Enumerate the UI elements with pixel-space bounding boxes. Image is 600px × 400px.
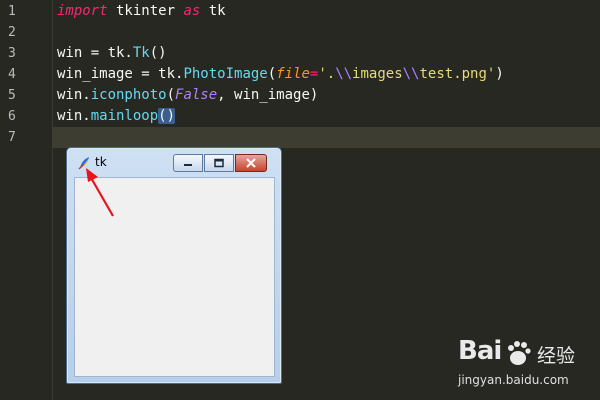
line-number: 5 (8, 88, 16, 103)
code-text: win_image = tk. (57, 66, 184, 82)
baidu-logo-text: Bai (458, 336, 502, 366)
code-line-4[interactable]: win_image = tk.PhotoImage(file='.\\image… (52, 64, 600, 85)
code-line-3[interactable]: win = tk.Tk() (52, 43, 600, 64)
string-literal: test.png' (419, 66, 496, 82)
line-number: 1 (8, 4, 16, 19)
string-escape: \\ (335, 66, 353, 82)
code-text: , win_image) (217, 87, 319, 103)
close-icon (246, 158, 256, 168)
code-line-7[interactable] (52, 127, 600, 148)
selected-parens: () (158, 108, 176, 124)
code-text: ( (166, 87, 176, 103)
code-line-5[interactable]: win.iconphoto(False, win_image) (52, 85, 600, 106)
class-name: PhotoImage (183, 66, 268, 82)
code-text: ) (495, 66, 504, 82)
code-text: win = tk. (57, 45, 133, 61)
window-controls (173, 154, 268, 172)
param-name: file (276, 66, 310, 82)
line-number: 2 (8, 25, 16, 40)
code-text: () (149, 45, 167, 61)
string-literal: images (352, 66, 403, 82)
watermark-url: jingyan.baidu.com (458, 373, 569, 387)
jingyan-text: 经验 (537, 345, 576, 367)
line-number: 4 (8, 67, 16, 82)
code-line-2[interactable] (52, 22, 600, 43)
baidu-watermark: Bai 经验 jingyan.baidu.com (455, 336, 595, 396)
close-button[interactable] (235, 154, 267, 172)
keyword-import: import (57, 3, 108, 19)
line-number: 6 (8, 109, 16, 124)
maximize-button[interactable] (204, 154, 234, 172)
code-line-6[interactable]: win.mainloop() (52, 106, 600, 127)
line-number: 7 (8, 130, 16, 145)
code-text: tk (200, 3, 226, 19)
maximize-icon (214, 158, 224, 168)
red-arrow-icon (86, 168, 114, 217)
string-literal: '. (318, 66, 336, 82)
method-name: mainloop (90, 108, 159, 124)
minimize-icon (184, 164, 192, 166)
code-text: win. (57, 87, 91, 103)
line-number-gutter: 1 2 3 4 5 6 7 (0, 0, 53, 400)
minimize-button[interactable] (173, 154, 203, 172)
paw-icon (508, 341, 531, 365)
code-text: ( (267, 66, 277, 82)
method-name: iconphoto (90, 87, 167, 103)
code-line-1[interactable]: import tkinter as tk (52, 1, 600, 22)
keyword-as: as (183, 3, 201, 19)
line-number: 3 (8, 46, 16, 61)
code-text: tkinter (107, 3, 184, 19)
string-escape: \\ (402, 66, 420, 82)
code-text: win. (57, 108, 91, 124)
class-name: Tk (132, 45, 150, 61)
constant: False (175, 87, 218, 103)
